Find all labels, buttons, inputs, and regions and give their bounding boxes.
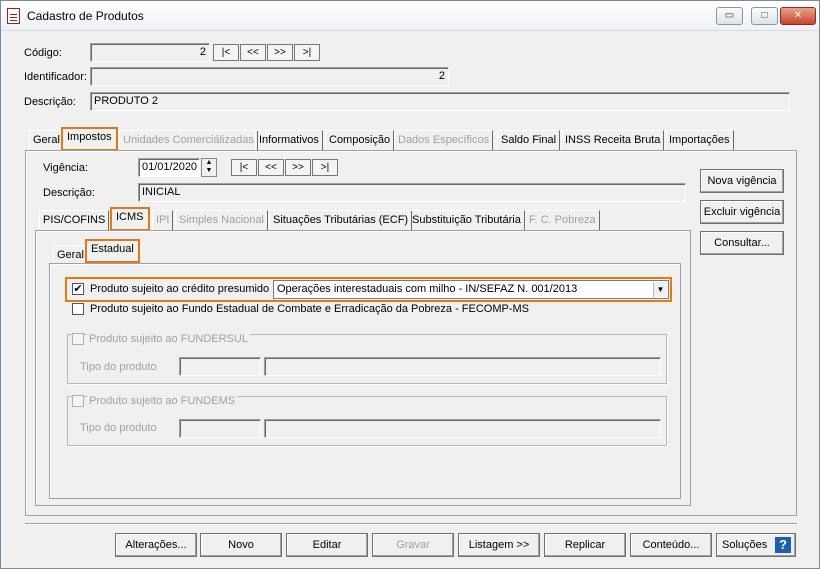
checkmark-icon: ✔ <box>73 283 83 295</box>
fundems-tipo-description[interactable] <box>264 419 661 438</box>
fundersul-checkbox[interactable] <box>72 333 84 345</box>
tab-impostos[interactable]: Impostos <box>61 127 118 151</box>
fundems-tipo-label: Tipo do produto <box>80 422 157 434</box>
vigencia-label: Vigência: <box>43 162 89 174</box>
tab-dados-especificos[interactable]: Dados Específicos <box>394 130 494 150</box>
vigencia-descricao-field[interactable]: INICIAL <box>138 183 686 202</box>
tab-substituicao-tributaria[interactable]: Substituição Tributária <box>408 210 525 230</box>
main-window: Cadastro de Produtos ▭ □ ✕ Código: 2 |< … <box>0 0 820 569</box>
dropdown-arrow-icon[interactable]: ▼ <box>653 282 667 297</box>
identificador-field[interactable]: 2 <box>90 67 449 86</box>
document-icon <box>7 8 20 24</box>
listagem-button[interactable]: Listagem >> <box>458 533 540 557</box>
tab-ipi[interactable]: IPI <box>152 210 174 230</box>
credito-presumido-select[interactable]: Operações interestaduais com milho - IN/… <box>273 280 669 299</box>
tab-simples-nacional[interactable]: Simples Nacional <box>175 210 268 230</box>
fundems-label: Produto sujeito ao FUNDEMS <box>87 395 238 407</box>
alteracoes-button[interactable]: Alterações... <box>115 533 197 557</box>
tab-composicao[interactable]: Composição <box>325 130 395 150</box>
close-button[interactable]: ✕ <box>780 7 816 25</box>
vigencia-first-button[interactable]: |< <box>231 159 257 176</box>
tab-situacoes-tributarias[interactable]: Situações Tributárias (ECF) <box>269 210 413 230</box>
last-record-button[interactable]: >| <box>294 44 320 61</box>
fundersul-tipo-code[interactable] <box>179 357 261 376</box>
spin-up-icon[interactable]: ▲ <box>206 159 213 166</box>
date-spinner[interactable]: ▲ ▼ <box>201 158 217 177</box>
tab-fc-pobreza[interactable]: F. C. Pobreza <box>525 210 600 230</box>
footer-divider <box>25 523 797 524</box>
identificador-label: Identificador: <box>24 71 87 83</box>
solucoes-button[interactable]: Soluções ? <box>716 533 796 557</box>
tab-icms-estadual[interactable]: Estadual <box>85 239 140 263</box>
fundersul-tipo-label: Tipo do produto <box>80 361 157 373</box>
window-title: Cadastro de Produtos <box>27 9 144 23</box>
nova-vigencia-button[interactable]: Nova vigência <box>700 169 784 193</box>
help-icon: ? <box>775 537 791 553</box>
tab-geral[interactable]: Geral <box>29 130 64 150</box>
title-bar: Cadastro de Produtos ▭ □ ✕ <box>1 1 819 31</box>
credito-presumido-selected: Operações interestaduais com milho - IN/… <box>277 283 578 295</box>
first-record-button[interactable]: |< <box>213 44 239 61</box>
spin-down-icon[interactable]: ▼ <box>206 167 213 174</box>
excluir-vigencia-button[interactable]: Excluir vigência <box>700 200 784 224</box>
vigencia-previous-button[interactable]: << <box>258 159 284 176</box>
credito-presumido-label: Produto sujeito ao crédito presumido <box>90 283 270 295</box>
fecomp-label: Produto sujeito ao Fundo Estadual de Com… <box>90 303 530 315</box>
fundersul-tipo-description[interactable] <box>264 357 661 376</box>
credito-presumido-checkbox[interactable]: ✔ <box>72 283 84 295</box>
tab-unidades-comercializadas[interactable]: Unidades Comerciálizadas <box>119 130 258 150</box>
tab-saldo-final[interactable]: Saldo Final <box>497 130 561 150</box>
novo-button[interactable]: Novo <box>200 533 282 557</box>
maximize-button[interactable]: □ <box>751 7 778 25</box>
fundems-checkbox[interactable] <box>72 395 84 407</box>
next-record-button[interactable]: >> <box>267 44 293 61</box>
gravar-button[interactable]: Gravar <box>372 533 454 557</box>
fundems-tipo-code[interactable] <box>179 419 261 438</box>
tab-inss-receita-bruta[interactable]: INSS Receita Bruta <box>561 130 665 150</box>
codigo-label: Código: <box>24 47 62 59</box>
consultar-button[interactable]: Consultar... <box>700 231 784 255</box>
conteudo-button[interactable]: Conteúdo... <box>630 533 712 557</box>
vigencia-next-button[interactable]: >> <box>285 159 311 176</box>
vigencia-date-field[interactable]: 01/01/2020 <box>138 158 200 177</box>
fundersul-label: Produto sujeito ao FUNDERSUL <box>87 333 250 345</box>
replicar-button[interactable]: Replicar <box>544 533 626 557</box>
previous-record-button[interactable]: << <box>240 44 266 61</box>
vigencia-descricao-label: Descrição: <box>43 187 95 199</box>
tab-informativos[interactable]: Informativos <box>255 130 323 150</box>
descricao-field[interactable]: PRODUTO 2 <box>90 92 790 111</box>
editar-button[interactable]: Editar <box>286 533 368 557</box>
vigencia-last-button[interactable]: >| <box>312 159 338 176</box>
codigo-field[interactable]: 2 <box>90 43 210 62</box>
tab-icms[interactable]: ICMS <box>110 207 150 231</box>
tab-importacoes[interactable]: Importações <box>665 130 734 150</box>
fecomp-checkbox[interactable] <box>72 303 84 315</box>
tab-pis-cofins[interactable]: PIS/COFINS <box>39 210 110 230</box>
tab-icms-geral[interactable]: Geral <box>53 245 88 265</box>
solucoes-label: Soluções <box>722 539 768 551</box>
descricao-label: Descrição: <box>24 96 76 108</box>
minimize-button[interactable]: ▭ <box>716 7 743 25</box>
